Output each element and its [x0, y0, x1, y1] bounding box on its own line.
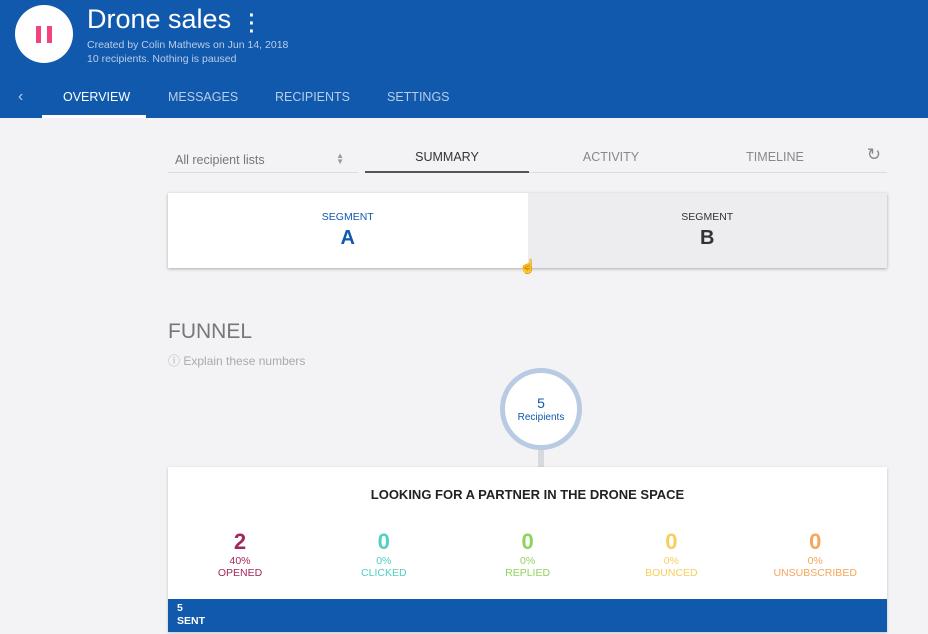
- metric-clicked[interactable]: 0 0% CLICKED: [312, 529, 456, 579]
- metric-percent: 0%: [663, 555, 679, 567]
- metric-label: CLICKED: [361, 567, 407, 579]
- metric-label: UNSUBSCRIBED: [773, 567, 857, 579]
- campaign-title: Drone sales: [87, 4, 232, 34]
- sent-label: SENT: [177, 615, 206, 627]
- metric-count: 0: [377, 529, 390, 554]
- pause-icon: [47, 26, 52, 43]
- funnel-heading: FUNNEL: [168, 320, 253, 343]
- segment-b[interactable]: SEGMENT B: [527, 193, 887, 268]
- recipients-label: Recipients: [517, 412, 565, 423]
- tab-timeline[interactable]: TIMELINE: [693, 150, 857, 164]
- metric-replied[interactable]: 0 0% REPLIED: [456, 529, 600, 579]
- summary-tabs: SUMMARY ACTIVITY TIMELINE ↻: [365, 145, 887, 173]
- metric-label: REPLIED: [505, 567, 551, 579]
- segment-label: SEGMENT: [321, 211, 374, 223]
- segment-label: SEGMENT: [681, 211, 734, 223]
- tab-overview[interactable]: OVERVIEW: [63, 90, 130, 104]
- metric-opened[interactable]: 2 40% OPENED: [168, 529, 312, 579]
- metric-bounced[interactable]: 0 0% BOUNCED: [599, 529, 743, 579]
- tab-messages[interactable]: MESSAGES: [168, 90, 238, 104]
- sent-count: 5: [177, 602, 183, 614]
- pause-icon: [36, 26, 41, 43]
- kebab-icon[interactable]: · · ·: [247, 6, 257, 42]
- recipients-circle: 5 Recipients: [500, 368, 582, 450]
- metric-count: 0: [809, 529, 822, 554]
- tab-settings[interactable]: SETTINGS: [387, 90, 450, 104]
- segment-value: A: [340, 227, 355, 249]
- metric-percent: 0%: [520, 555, 536, 567]
- created-info: Created by Colin Mathews on Jun 14, 2018: [87, 39, 289, 51]
- tab-recipients[interactable]: RECIPIENTS: [275, 90, 350, 104]
- metric-percent: 40%: [229, 555, 251, 567]
- segment-value: B: [700, 227, 715, 249]
- tab-summary[interactable]: SUMMARY: [365, 150, 529, 173]
- metric-count: 0: [665, 529, 678, 554]
- pause-button[interactable]: [15, 5, 73, 63]
- metric-label: OPENED: [217, 567, 263, 579]
- message-card: LOOKING FOR A PARTNER IN THE DRONE SPACE…: [168, 467, 887, 632]
- active-tab-indicator: [42, 115, 146, 118]
- hand-cursor-icon: ☝: [519, 258, 537, 274]
- select-value: All recipient lists: [175, 153, 265, 167]
- recipients-count: 5: [537, 395, 545, 411]
- campaign-header: Drone sales · · · Created by Colin Mathews…: [0, 0, 928, 118]
- back-chevron-icon[interactable]: ‹: [18, 88, 23, 106]
- funnel-connector: [538, 450, 544, 467]
- tab-activity[interactable]: ACTIVITY: [529, 150, 693, 164]
- metric-count: 0: [521, 529, 534, 554]
- explain-link[interactable]: ⓘ Explain these numbers: [168, 352, 305, 369]
- explain-label: Explain these numbers: [183, 354, 306, 368]
- recipient-list-select[interactable]: All recipient lists ▲ ▼: [168, 145, 358, 173]
- metric-label: BOUNCED: [645, 567, 698, 579]
- segment-selector: SEGMENT A SEGMENT B: [168, 193, 887, 268]
- metric-percent: 0%: [807, 555, 823, 567]
- sent-bar: 5 SENT: [168, 599, 887, 632]
- metric-count: 2: [233, 529, 247, 554]
- sort-arrows-icon: ▲ ▼: [336, 151, 344, 166]
- help-icon: ⓘ: [168, 354, 184, 368]
- segment-a[interactable]: SEGMENT A: [168, 193, 528, 268]
- refresh-icon[interactable]: ↻: [867, 145, 881, 165]
- recipients-status: 10 recipients. Nothing is paused: [87, 53, 237, 65]
- metric-unsubscribed[interactable]: 0 0% UNSUBSCRIBED: [743, 529, 887, 579]
- metric-percent: 0%: [376, 555, 392, 567]
- message-title: LOOKING FOR A PARTNER IN THE DRONE SPACE: [370, 487, 685, 502]
